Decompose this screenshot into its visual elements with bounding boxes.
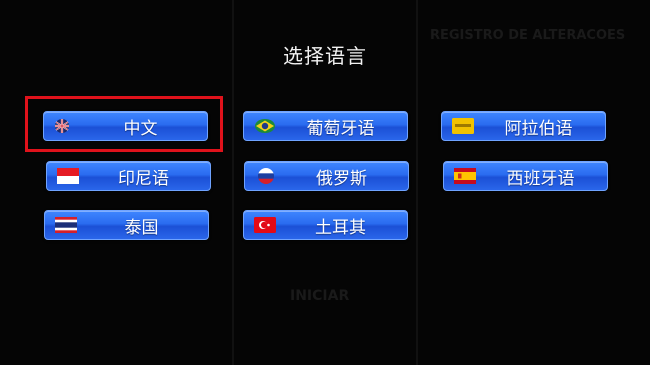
language-label: 西班牙语 xyxy=(506,168,575,189)
language-button-chinese[interactable]: 中文 xyxy=(43,111,208,141)
language-label: 葡萄牙语 xyxy=(306,118,375,139)
language-label: 土耳其 xyxy=(315,217,366,238)
language-button-portuguese[interactable]: 葡萄牙语 xyxy=(243,111,408,141)
russia-flag-icon xyxy=(258,168,274,184)
page-title: 选择语言 xyxy=(283,44,367,68)
language-button-spanish[interactable]: 西班牙语 xyxy=(443,161,608,191)
thailand-flag-icon xyxy=(55,217,77,233)
brazil-flag-icon xyxy=(255,119,275,133)
language-button-turkish[interactable]: 土耳其 xyxy=(243,210,408,240)
language-label: 泰国 xyxy=(124,217,159,238)
ghost-start-label: INICIAR xyxy=(290,288,350,304)
spain-flag-icon xyxy=(454,168,476,184)
language-button-russian[interactable]: 俄罗斯 xyxy=(244,161,409,191)
language-button-indonesian[interactable]: 印尼语 xyxy=(46,161,211,191)
language-label: 中文 xyxy=(123,118,158,139)
language-button-thai[interactable]: 泰国 xyxy=(44,210,209,240)
arabic-flag-icon xyxy=(452,118,474,134)
indonesia-flag-icon xyxy=(57,168,79,184)
language-label: 印尼语 xyxy=(118,168,169,189)
turkey-flag-icon xyxy=(254,217,276,233)
language-label: 俄罗斯 xyxy=(316,168,367,189)
language-label: 阿拉伯语 xyxy=(504,118,573,139)
language-button-arabic[interactable]: 阿拉伯语 xyxy=(441,111,606,141)
australia-flag-icon xyxy=(55,119,69,133)
